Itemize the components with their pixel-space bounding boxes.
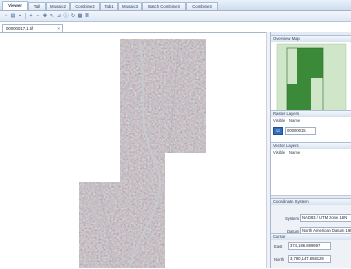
zoom-out-icon[interactable]: −: [35, 13, 41, 19]
workspace-tab-bar: Viewer Tall Mosaic2 Combine2 Tab1 Mosaic…: [0, 0, 351, 11]
overview-map[interactable]: [271, 42, 351, 118]
document-tab-label: 00000017.1.tif: [6, 26, 34, 31]
tab-combine2[interactable]: Combine2: [70, 2, 100, 10]
select-icon[interactable]: ↖: [49, 13, 55, 19]
raster-layers-list[interactable]: Visible Name ☑ 00000015: [271, 117, 351, 144]
tab-tall[interactable]: Tall: [28, 2, 46, 10]
cursor-panel: East 374,186.899997 North 3,780,147.6581…: [271, 240, 351, 268]
vector-layers-list[interactable]: Visible Name: [271, 149, 351, 196]
vector-col-name: Name: [289, 150, 301, 155]
raster-col-visible: Visible: [273, 118, 286, 123]
toolbar: ▫ ▤ ▪ + − ✥ ↖ ⊿ ⓘ ↻ ▦ ≣: [0, 11, 351, 22]
system-label: System: [285, 216, 299, 221]
tab-viewer[interactable]: Viewer: [2, 1, 28, 10]
identify-icon[interactable]: ⓘ: [63, 13, 69, 19]
pan-icon[interactable]: ✥: [42, 13, 48, 19]
vector-col-visible: Visible: [273, 150, 286, 155]
save-icon[interactable]: ▪: [17, 13, 23, 19]
tab-mosaic3[interactable]: Mosaic3: [118, 2, 142, 10]
tab-batch-combine3[interactable]: Batch Combine3: [142, 2, 186, 10]
new-icon[interactable]: ▫: [3, 13, 9, 19]
measure-icon[interactable]: ⊿: [56, 13, 62, 19]
raster-col-name: Name: [289, 118, 301, 123]
zoom-in-icon[interactable]: +: [28, 13, 34, 19]
open-icon[interactable]: ▤: [10, 13, 16, 19]
toolbar-separator: [25, 13, 26, 19]
map-viewer[interactable]: [0, 32, 266, 269]
tab-mosaic2[interactable]: Mosaic2: [46, 2, 70, 10]
tab-tab1[interactable]: Tab1: [100, 2, 118, 10]
refresh-icon[interactable]: ↻: [70, 13, 76, 19]
grid-icon[interactable]: ▦: [77, 13, 83, 19]
east-label: East: [274, 244, 283, 249]
overview-map-graphic: [276, 43, 347, 116]
system-field[interactable]: NAD83 / UTM zone 16N: [300, 214, 351, 222]
tab-combine3[interactable]: Combine3: [186, 2, 218, 10]
north-field: 3,780,147.658129: [288, 255, 331, 263]
north-label: North: [274, 257, 285, 262]
raster-layer-name[interactable]: 00000015: [285, 127, 316, 135]
raster-visible-toggle[interactable]: ☑: [273, 127, 283, 135]
layers-icon[interactable]: ≣: [84, 13, 90, 19]
east-field: 374,186.899997: [288, 242, 331, 250]
checkbox-icon: ☑: [276, 129, 280, 133]
aerial-image[interactable]: [79, 39, 206, 268]
side-panel: Overview Map Raster Layers Visible Name …: [270, 32, 351, 268]
